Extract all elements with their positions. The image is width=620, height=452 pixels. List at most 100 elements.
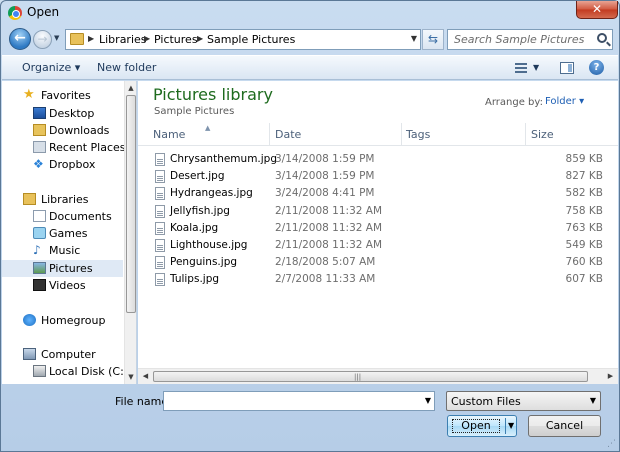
open-button[interactable]: Open <box>448 419 504 432</box>
scroll-right-icon[interactable]: ▶ <box>603 369 618 384</box>
column-header-tags[interactable]: Tags <box>406 123 524 145</box>
forward-button[interactable]: → <box>33 30 52 49</box>
address-bar[interactable]: ▶ Libraries ▶ Pictures ▶ Sample Pictures… <box>65 29 421 50</box>
open-options-dropdown-icon[interactable]: ▼ <box>508 421 514 430</box>
search-box[interactable] <box>447 29 613 50</box>
sidebar-item-downloads[interactable]: Downloads <box>2 122 123 139</box>
column-divider[interactable] <box>269 123 270 145</box>
sidebar-item-pictures[interactable]: Pictures <box>2 260 123 277</box>
file-date: 2/7/2008 11:33 AM <box>275 273 376 285</box>
recent-places-icon <box>33 141 46 153</box>
sidebar-group-favorites[interactable]: ★ Favorites <box>2 87 123 104</box>
file-name: Chrysanthemum.jpg <box>170 153 278 165</box>
scroll-thumb[interactable] <box>126 95 136 313</box>
resize-grip-icon[interactable]: ⋰ <box>607 439 616 449</box>
file-row[interactable]: Koala.jpg 2/11/2008 11:32 AM 763 KB <box>138 220 608 237</box>
file-row[interactable]: Tulips.jpg 2/7/2008 11:33 AM 607 KB <box>138 271 608 288</box>
file-date: 3/24/2008 4:41 PM <box>275 187 375 199</box>
downloads-icon <box>33 124 46 136</box>
search-input[interactable] <box>448 30 588 49</box>
sidebar-group-computer[interactable]: Computer <box>2 346 123 363</box>
image-file-icon <box>155 273 165 286</box>
file-row[interactable]: Penguins.jpg 2/18/2008 5:07 AM 760 KB <box>138 254 608 271</box>
split-divider <box>505 418 506 434</box>
nav-vertical-scrollbar[interactable]: ▲ ▼ <box>124 81 136 384</box>
file-type-value: Custom Files <box>451 395 521 408</box>
refresh-button[interactable]: ⇆ <box>422 29 444 50</box>
file-row[interactable]: Chrysanthemum.jpg 3/14/2008 1:59 PM 859 … <box>138 151 608 168</box>
recent-locations-dropdown[interactable]: ▼ <box>54 34 59 42</box>
scroll-thumb[interactable]: ||| <box>153 371 588 382</box>
file-name: Jellyfish.jpg <box>170 205 230 217</box>
breadcrumb-pictures[interactable]: Pictures <box>154 33 198 46</box>
file-size: 607 KB <box>565 273 603 285</box>
sidebar-group-libraries[interactable]: Libraries <box>2 191 123 208</box>
window-title: Open <box>27 5 60 19</box>
file-date: 2/11/2008 11:32 AM <box>275 222 383 234</box>
file-name: Desert.jpg <box>170 170 225 182</box>
column-header-size[interactable]: Size <box>531 123 611 145</box>
breadcrumb-separator-icon[interactable]: ▶ <box>144 34 150 43</box>
file-row[interactable]: Desert.jpg 3/14/2008 1:59 PM 827 KB <box>138 168 608 185</box>
title-bar[interactable]: Open ✕ <box>1 1 619 25</box>
scroll-left-icon[interactable]: ◀ <box>138 369 153 384</box>
scroll-grip-icon: ||| <box>354 373 362 381</box>
column-divider[interactable] <box>525 123 526 145</box>
file-row[interactable]: Jellyfish.jpg 2/11/2008 11:32 AM 758 KB <box>138 203 608 220</box>
help-icon[interactable]: ? <box>589 60 604 75</box>
column-header-row: ▲ Name Date Tags Size <box>138 123 618 146</box>
image-file-icon <box>155 205 165 218</box>
column-divider[interactable] <box>401 123 402 145</box>
file-row[interactable]: Lighthouse.jpg 2/11/2008 11:32 AM 549 KB <box>138 237 608 254</box>
horizontal-scrollbar[interactable]: ◀ ||| ▶ <box>138 368 618 384</box>
sidebar-item-desktop[interactable]: Desktop <box>2 105 123 122</box>
close-button[interactable]: ✕ <box>576 1 618 19</box>
chevron-down-icon[interactable]: ▼ <box>425 396 431 405</box>
folder-icon <box>70 33 84 45</box>
documents-icon <box>33 210 46 222</box>
column-header-name[interactable]: Name <box>153 123 268 145</box>
file-size: 763 KB <box>565 222 603 234</box>
image-file-icon <box>155 153 165 166</box>
column-header-date[interactable]: Date <box>275 123 400 145</box>
games-icon <box>33 227 46 239</box>
organize-button[interactable]: Organize ▾ <box>22 61 80 74</box>
file-type-select[interactable]: Custom Files ▼ <box>446 391 601 411</box>
view-options-dropdown[interactable]: ▼ <box>533 63 539 72</box>
address-dropdown-icon[interactable]: ▼ <box>411 34 417 43</box>
breadcrumb-separator-icon[interactable]: ▶ <box>88 34 94 43</box>
preview-pane-icon[interactable] <box>560 62 574 74</box>
file-row[interactable]: Hydrangeas.jpg 3/24/2008 4:41 PM 582 KB <box>138 185 608 202</box>
breadcrumb-sample-pictures[interactable]: Sample Pictures <box>207 33 295 46</box>
file-name-input[interactable] <box>164 392 414 410</box>
sidebar-item-local-disk[interactable]: Local Disk (C:) <box>2 363 128 380</box>
command-toolbar: Organize ▾ New folder ▼ ? <box>2 55 618 80</box>
new-folder-button[interactable]: New folder <box>97 61 156 74</box>
back-button[interactable]: ← <box>9 28 31 50</box>
library-title: Pictures library <box>153 85 273 104</box>
open-split-button[interactable]: Open ▼ <box>447 415 517 437</box>
file-name-combobox[interactable]: ▼ <box>163 391 435 411</box>
sidebar-item-music[interactable]: ♪ Music <box>2 242 123 259</box>
arrange-by-dropdown[interactable]: Folder ▾ <box>545 96 584 107</box>
breadcrumb-separator-icon[interactable]: ▶ <box>197 34 203 43</box>
sidebar-item-dropbox[interactable]: ❖ Dropbox <box>2 156 123 173</box>
sidebar-group-homegroup[interactable]: Homegroup <box>2 312 123 329</box>
cancel-button[interactable]: Cancel <box>528 415 601 437</box>
sidebar-item-label: Videos <box>49 279 86 292</box>
local-disk-icon <box>33 365 46 377</box>
file-date: 2/11/2008 11:32 AM <box>275 205 383 217</box>
file-size: 827 KB <box>565 170 603 182</box>
change-view-icon[interactable] <box>515 63 527 73</box>
sidebar-item-videos[interactable]: Videos <box>2 277 123 294</box>
file-size: 582 KB <box>565 187 603 199</box>
sidebar-item-recent-places[interactable]: Recent Places <box>2 139 126 156</box>
scroll-down-icon[interactable]: ▼ <box>125 370 136 384</box>
search-icon[interactable] <box>597 33 607 43</box>
sidebar-group-label: Computer <box>41 348 96 361</box>
scroll-up-icon[interactable]: ▲ <box>125 81 136 95</box>
breadcrumb-libraries[interactable]: Libraries <box>99 33 147 46</box>
sidebar-item-games[interactable]: Games <box>2 225 123 242</box>
sidebar-group-label: Homegroup <box>41 314 106 327</box>
sidebar-item-documents[interactable]: Documents <box>2 208 123 225</box>
